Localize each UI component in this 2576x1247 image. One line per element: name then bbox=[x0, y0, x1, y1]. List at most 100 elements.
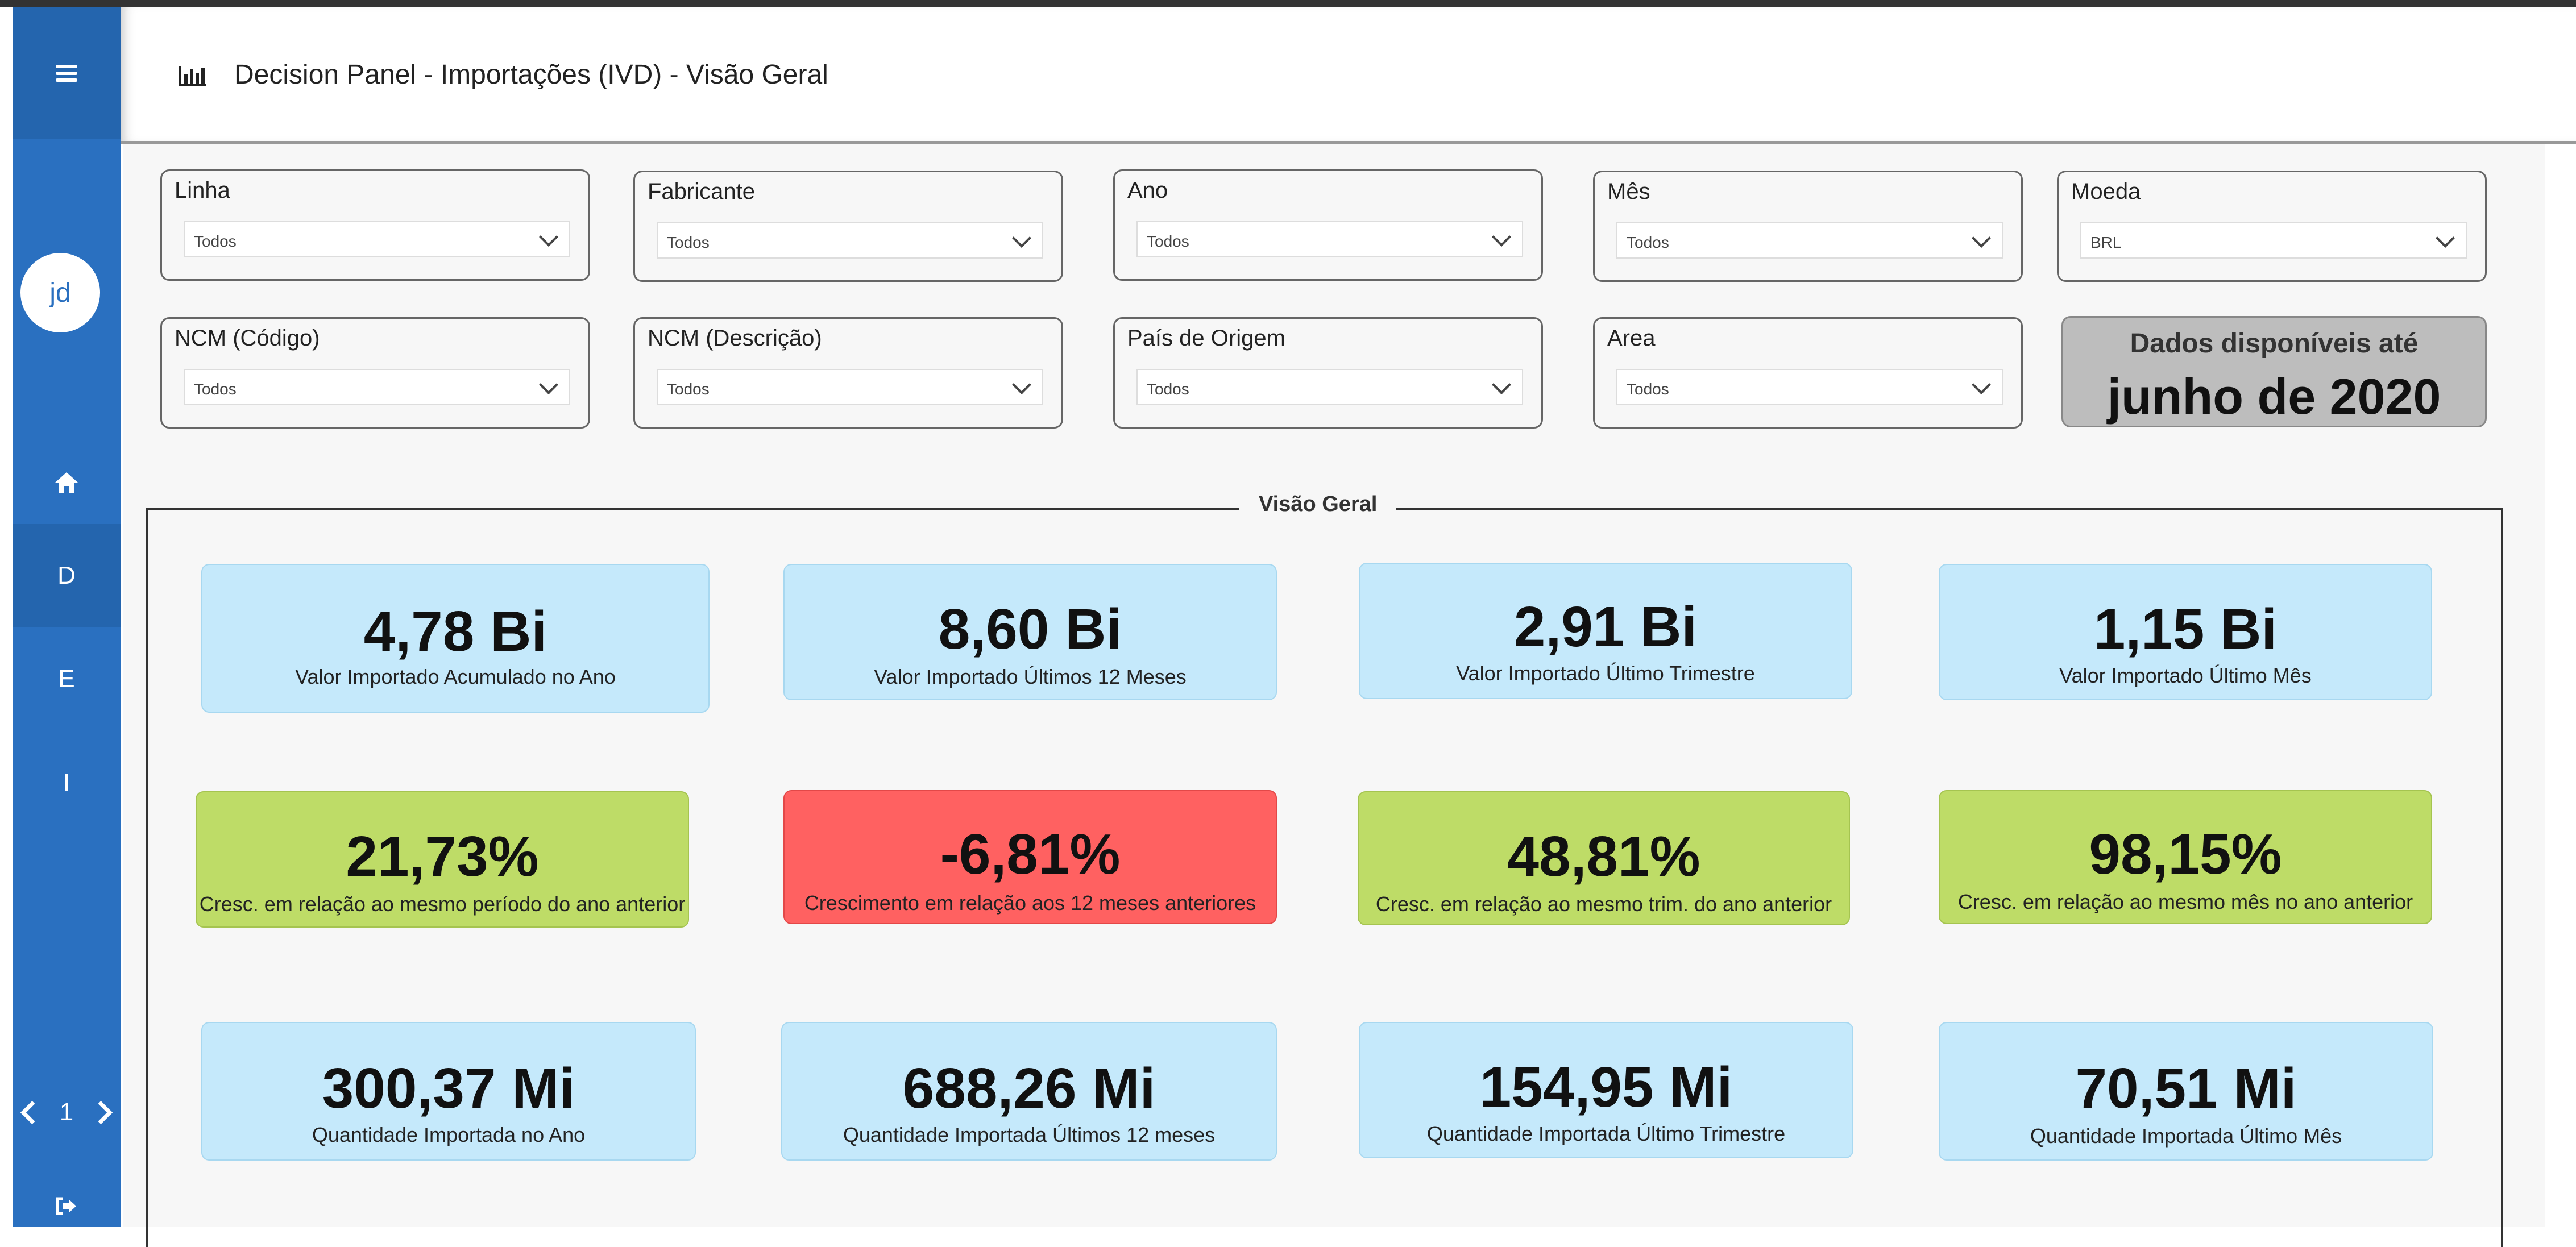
filter-moeda: Moeda BRL bbox=[2057, 171, 2487, 282]
filter-fabricante: Fabricante Todos bbox=[633, 171, 1063, 282]
filter-pais-de-origem: País de Origem Todos bbox=[1113, 317, 1543, 429]
pais-de-origem-select[interactable]: Todos bbox=[1136, 369, 1523, 405]
kpi-card: 688,26 Mi Quantidade Importada Últimos 1… bbox=[781, 1022, 1277, 1161]
ncm-descricao-select[interactable]: Todos bbox=[657, 369, 1043, 405]
filter-ncm-descricao: NCM (Descrição) Todos bbox=[633, 317, 1063, 429]
sidebar-item-label: E bbox=[58, 665, 75, 693]
kpi-label: Quantidade Importada Último Mês bbox=[2030, 1124, 2342, 1148]
filter-label: Ano bbox=[1127, 178, 1168, 203]
chevron-down-icon bbox=[1972, 375, 1991, 394]
sidebar-item-e[interactable]: E bbox=[13, 627, 121, 731]
kpi-value: 2,91 Bi bbox=[1513, 595, 1698, 659]
filter-label: Area bbox=[1607, 326, 1656, 351]
kpi-card: 1,15 Bi Valor Importado Último Mês bbox=[1939, 564, 2432, 700]
filter-label: Linha bbox=[175, 178, 230, 203]
fabricante-select[interactable]: Todos bbox=[657, 222, 1043, 259]
kpi-card: 70,51 Mi Quantidade Importada Último Mês bbox=[1939, 1022, 2433, 1161]
chevron-down-icon bbox=[1012, 228, 1031, 248]
kpi-label: Valor Importado Último Trimestre bbox=[1456, 662, 1755, 685]
area-select[interactable]: Todos bbox=[1616, 369, 2003, 405]
kpi-value: 70,51 Mi bbox=[2075, 1057, 2297, 1120]
chevron-down-icon bbox=[539, 375, 558, 394]
select-value: Todos bbox=[194, 232, 237, 250]
home-button[interactable] bbox=[13, 431, 121, 534]
select-value: Todos bbox=[667, 380, 710, 398]
select-value: Todos bbox=[1627, 234, 1669, 251]
availability-title: Dados disponíveis até bbox=[2130, 329, 2419, 359]
kpi-value: 154,95 Mi bbox=[1479, 1055, 1733, 1119]
filter-label: Fabricante bbox=[648, 179, 755, 204]
filter-ncm-codigo: NCM (Código) Todos bbox=[160, 317, 590, 429]
moeda-select[interactable]: BRL bbox=[2080, 222, 2467, 259]
kpi-label: Cresc. em relação ao mesmo período do an… bbox=[199, 892, 686, 916]
ano-select[interactable]: Todos bbox=[1136, 221, 1523, 257]
kpi-label: Valor Importado Últimos 12 Meses bbox=[874, 665, 1187, 688]
mes-select[interactable]: Todos bbox=[1616, 222, 2003, 259]
sidebar-item-i[interactable]: I bbox=[13, 731, 121, 834]
kpi-value: 300,37 Mi bbox=[322, 1057, 575, 1120]
kpi-card: 8,60 Bi Valor Importado Últimos 12 Meses bbox=[783, 564, 1277, 700]
menu-button[interactable] bbox=[13, 7, 121, 139]
section-title: Visão Geral bbox=[1239, 492, 1397, 517]
select-value: Todos bbox=[667, 234, 710, 251]
logout-button[interactable] bbox=[13, 1186, 121, 1226]
page-title: Decision Panel - Importações (IVD) - Vis… bbox=[234, 60, 828, 90]
kpi-value: 48,81% bbox=[1507, 825, 1700, 888]
kpi-card: 4,78 Bi Valor Importado Acumulado no Ano bbox=[201, 564, 710, 713]
kpi-value: 98,15% bbox=[2089, 822, 2282, 886]
kpi-label: Cresc. em relação ao mesmo trim. do ano … bbox=[1375, 892, 1832, 916]
sidebar-item-label: D bbox=[57, 562, 76, 589]
select-value: BRL bbox=[2090, 234, 2122, 251]
filter-mes: Mês Todos bbox=[1593, 171, 2023, 282]
kpi-value: -6,81% bbox=[940, 822, 1121, 886]
bar-chart-icon bbox=[179, 66, 206, 86]
filter-label: NCM (Código) bbox=[175, 326, 320, 351]
chevron-down-icon bbox=[539, 227, 558, 247]
ncm-codigo-select[interactable]: Todos bbox=[184, 369, 570, 405]
filter-area: Area Todos bbox=[1593, 317, 2023, 429]
kpi-card: 300,37 Mi Quantidade Importada no Ano bbox=[201, 1022, 696, 1161]
kpi-label: Quantidade Importada Último Trimestre bbox=[1426, 1122, 1786, 1145]
filter-label: Mês bbox=[1607, 179, 1650, 204]
kpi-value: 688,26 Mi bbox=[902, 1057, 1156, 1120]
chevron-down-icon bbox=[1012, 375, 1031, 394]
page-navigator: 1 bbox=[13, 1090, 121, 1135]
select-value: Todos bbox=[1627, 380, 1669, 398]
top-border bbox=[0, 0, 2576, 7]
sign-out-icon bbox=[56, 1197, 76, 1215]
kpi-value: 8,60 Bi bbox=[938, 597, 1122, 661]
sidebar-item-label: I bbox=[63, 768, 70, 796]
kpi-label: Valor Importado Último Mês bbox=[2059, 664, 2312, 687]
filter-ano: Ano Todos bbox=[1113, 169, 1543, 281]
kpi-value: 1,15 Bi bbox=[2093, 597, 2278, 661]
kpi-label: Valor Importado Acumulado no Ano bbox=[295, 665, 616, 688]
sidebar-item-d[interactable]: D bbox=[13, 524, 121, 627]
hamburger-icon bbox=[56, 64, 77, 82]
linha-select[interactable]: Todos bbox=[184, 221, 570, 257]
avatar[interactable]: jd bbox=[20, 253, 100, 332]
kpi-label: Quantidade Importada no Ano bbox=[312, 1123, 586, 1146]
chevron-left-icon[interactable] bbox=[20, 1100, 44, 1124]
chevron-down-icon bbox=[1492, 227, 1511, 247]
select-value: Todos bbox=[194, 380, 237, 398]
filter-label: Moeda bbox=[2071, 179, 2141, 204]
chevron-down-icon bbox=[1972, 228, 1991, 248]
home-icon bbox=[55, 472, 78, 493]
kpi-card: 21,73% Cresc. em relação ao mesmo períod… bbox=[196, 791, 689, 928]
kpi-label: Crescimento em relação aos 12 meses ante… bbox=[804, 891, 1256, 915]
chevron-down-icon bbox=[1492, 375, 1511, 394]
kpi-card: 2,91 Bi Valor Importado Último Trimestre bbox=[1359, 563, 1852, 699]
kpi-card: 98,15% Cresc. em relação ao mesmo mês no… bbox=[1939, 790, 2432, 924]
sidebar: jd D E I 1 bbox=[13, 7, 121, 1227]
kpi-value: 4,78 Bi bbox=[363, 600, 547, 663]
select-value: Todos bbox=[1147, 232, 1189, 250]
page-number: 1 bbox=[59, 1098, 74, 1126]
left-gutter bbox=[0, 7, 13, 1227]
filter-linha: Linha Todos bbox=[160, 169, 590, 281]
data-availability-box: Dados disponíveis até junho de 2020 bbox=[2061, 316, 2487, 427]
chevron-right-icon[interactable] bbox=[89, 1100, 113, 1124]
filter-label: País de Origem bbox=[1127, 326, 1285, 351]
page-header: Decision Panel - Importações (IVD) - Vis… bbox=[121, 7, 2576, 144]
kpi-card: 154,95 Mi Quantidade Importada Último Tr… bbox=[1359, 1022, 1853, 1158]
availability-date: junho de 2020 bbox=[2107, 368, 2441, 425]
